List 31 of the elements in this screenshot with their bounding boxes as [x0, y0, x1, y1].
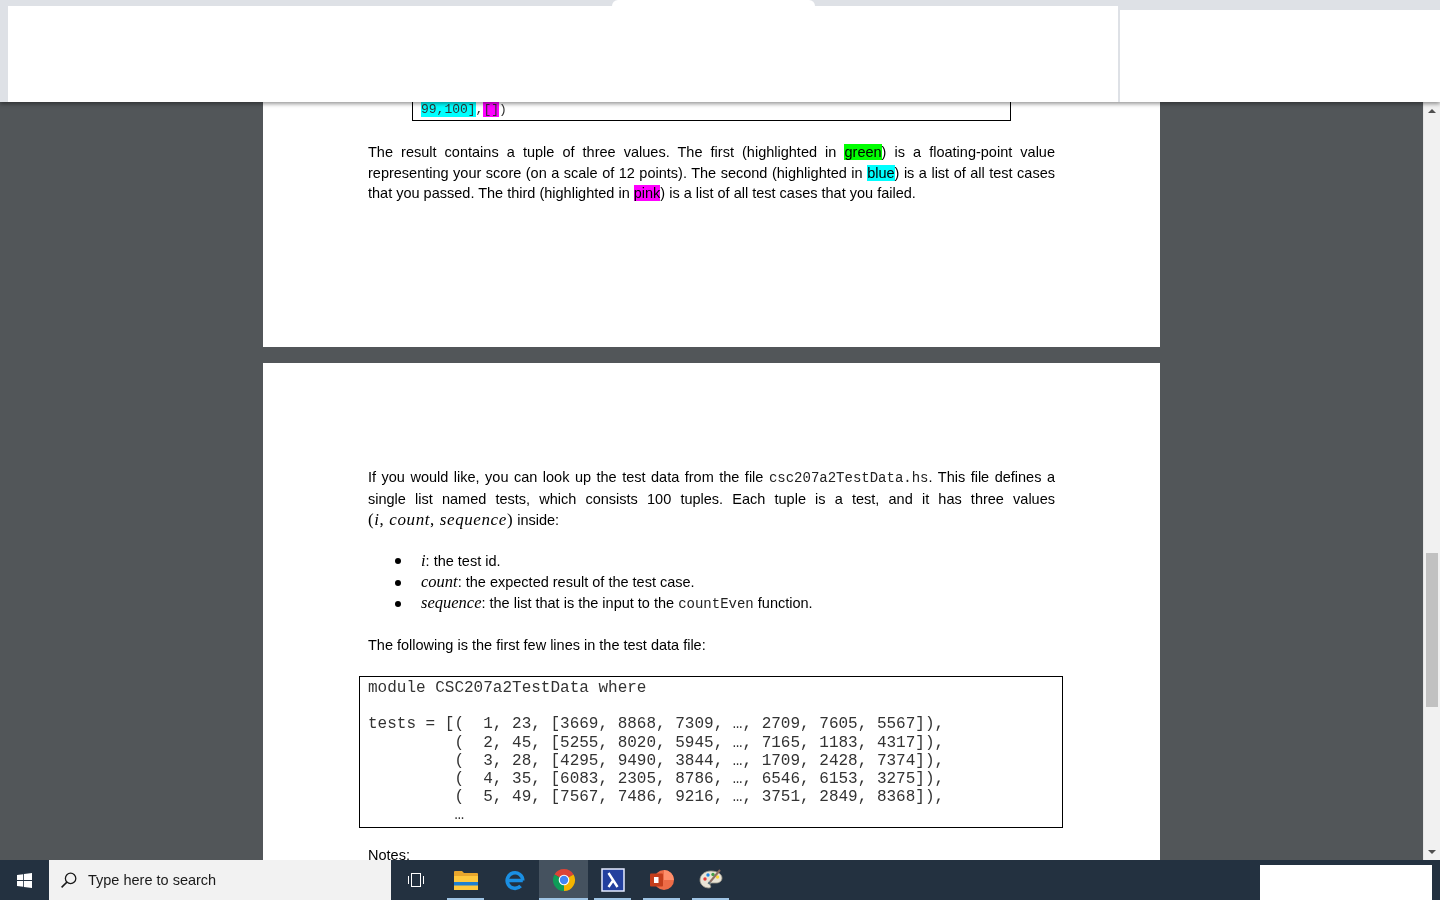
code-line: 99,100],[])	[421, 103, 508, 117]
letter-e-icon	[502, 868, 527, 892]
code-line: module CSC207a2TestData where	[368, 679, 648, 698]
scrollbar[interactable]	[1423, 102, 1440, 860]
code-line: ( 3, 28, [4295, 9490, 3844, …, 1709, 2428, 7374]),	[453, 751, 946, 770]
code-line: …	[453, 806, 465, 825]
palette-icon	[698, 868, 723, 892]
folder-icon	[453, 868, 478, 892]
search-field[interactable]: Type here to search	[49, 860, 391, 900]
bullet-icon	[395, 579, 401, 586]
task-view-icon	[408, 872, 424, 888]
code-line: ( 2, 45, [5255, 8020, 5945, …, 7165, 1183, 4317]),	[453, 733, 946, 752]
list-item-text: sequence: the list that is the input to the countEven function.	[421, 593, 813, 614]
paragraph: If you would like, you can look up the test data from the file csc207a2TestData.hs. This file defines a single list named tests, which consists 100 tuples. Each tuple is a test, and it has three values (i, count, sequence) inside:	[368, 467, 1055, 531]
code-line: ( 4, 35, [6083, 2305, 8786, …, 6546, 6153, 3275]),	[453, 770, 946, 789]
presentation-icon	[649, 868, 674, 892]
bullet-icon	[395, 601, 401, 608]
bullet-icon	[395, 558, 401, 565]
section-heading: Notes:	[368, 847, 411, 860]
down-arrow-icon	[1428, 849, 1436, 854]
scrollbar-thumb[interactable]	[1426, 553, 1438, 707]
list-item-text: count: the expected result of the test case.	[421, 572, 695, 593]
windows-icon	[16, 872, 32, 888]
paragraph: The following is the first few lines in the test data file:	[368, 636, 707, 655]
up-arrow-icon	[1428, 108, 1436, 113]
code-line: tests = [( 1, 23, [3669, 8868, 7309, …, 2709, 7605, 5567]),	[368, 715, 946, 734]
lambda-icon	[600, 868, 625, 892]
code-line: ( 5, 49, [7567, 7486, 9216, …, 3751, 2849, 8368]),	[453, 788, 946, 807]
list-item-text: i: the test id.	[421, 550, 501, 572]
search-icon	[61, 872, 77, 888]
segmented-circle-icon	[551, 868, 576, 892]
